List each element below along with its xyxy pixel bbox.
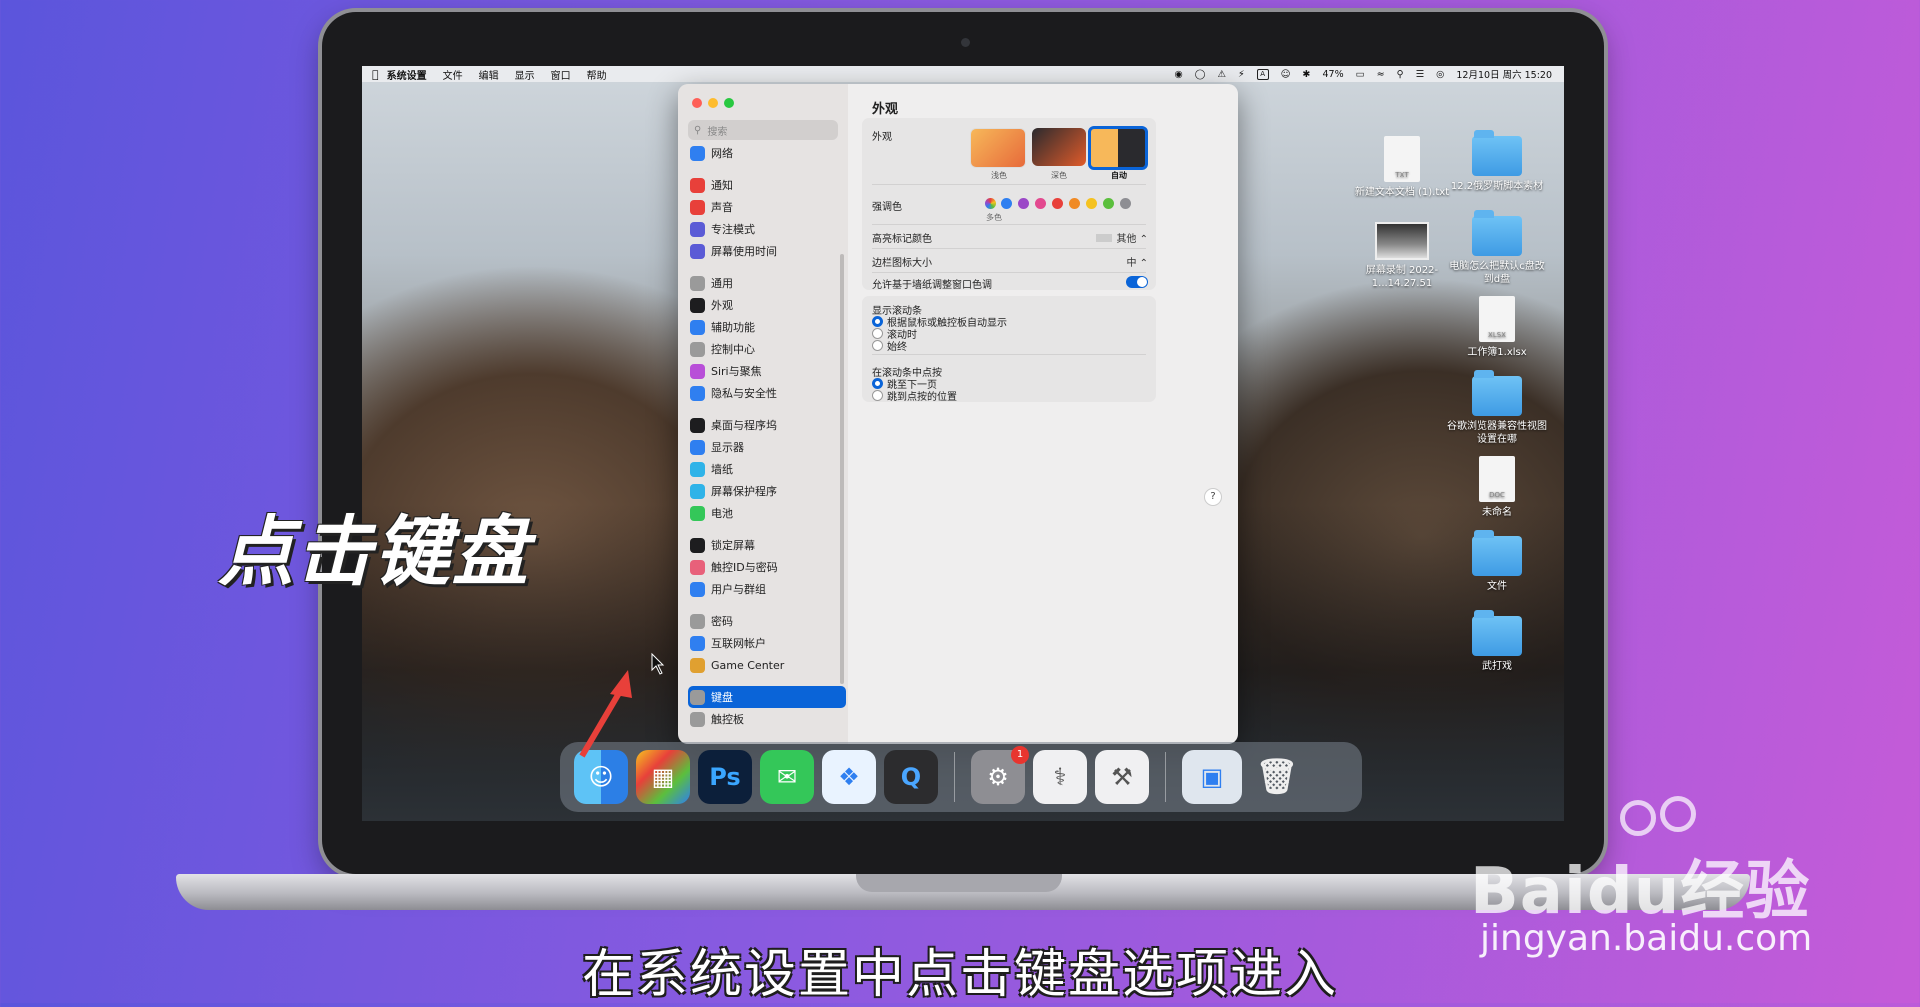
- camera: [961, 38, 970, 47]
- red-arrow-head: [610, 670, 632, 698]
- red-arrow-shaft: [579, 686, 625, 758]
- baidu-watermark: Baidu经验 jingyan.baidu.com: [1470, 796, 1820, 959]
- mouse-cursor-icon: [651, 652, 665, 675]
- watermark-url: jingyan.baidu.com: [1480, 918, 1813, 959]
- annotation-layer: [579, 652, 665, 758]
- paw-icon: [1660, 796, 1696, 832]
- paw-icon: [1620, 800, 1656, 836]
- overlay-caption: 点击键盘: [218, 507, 530, 596]
- desktop-screen:  系统设置 文件 编辑 显示 窗口 帮助 ◉ ◯ ⚠ ⚡ A ☺ ✱ 47% …: [362, 66, 1564, 821]
- laptop-notch: [856, 874, 1062, 892]
